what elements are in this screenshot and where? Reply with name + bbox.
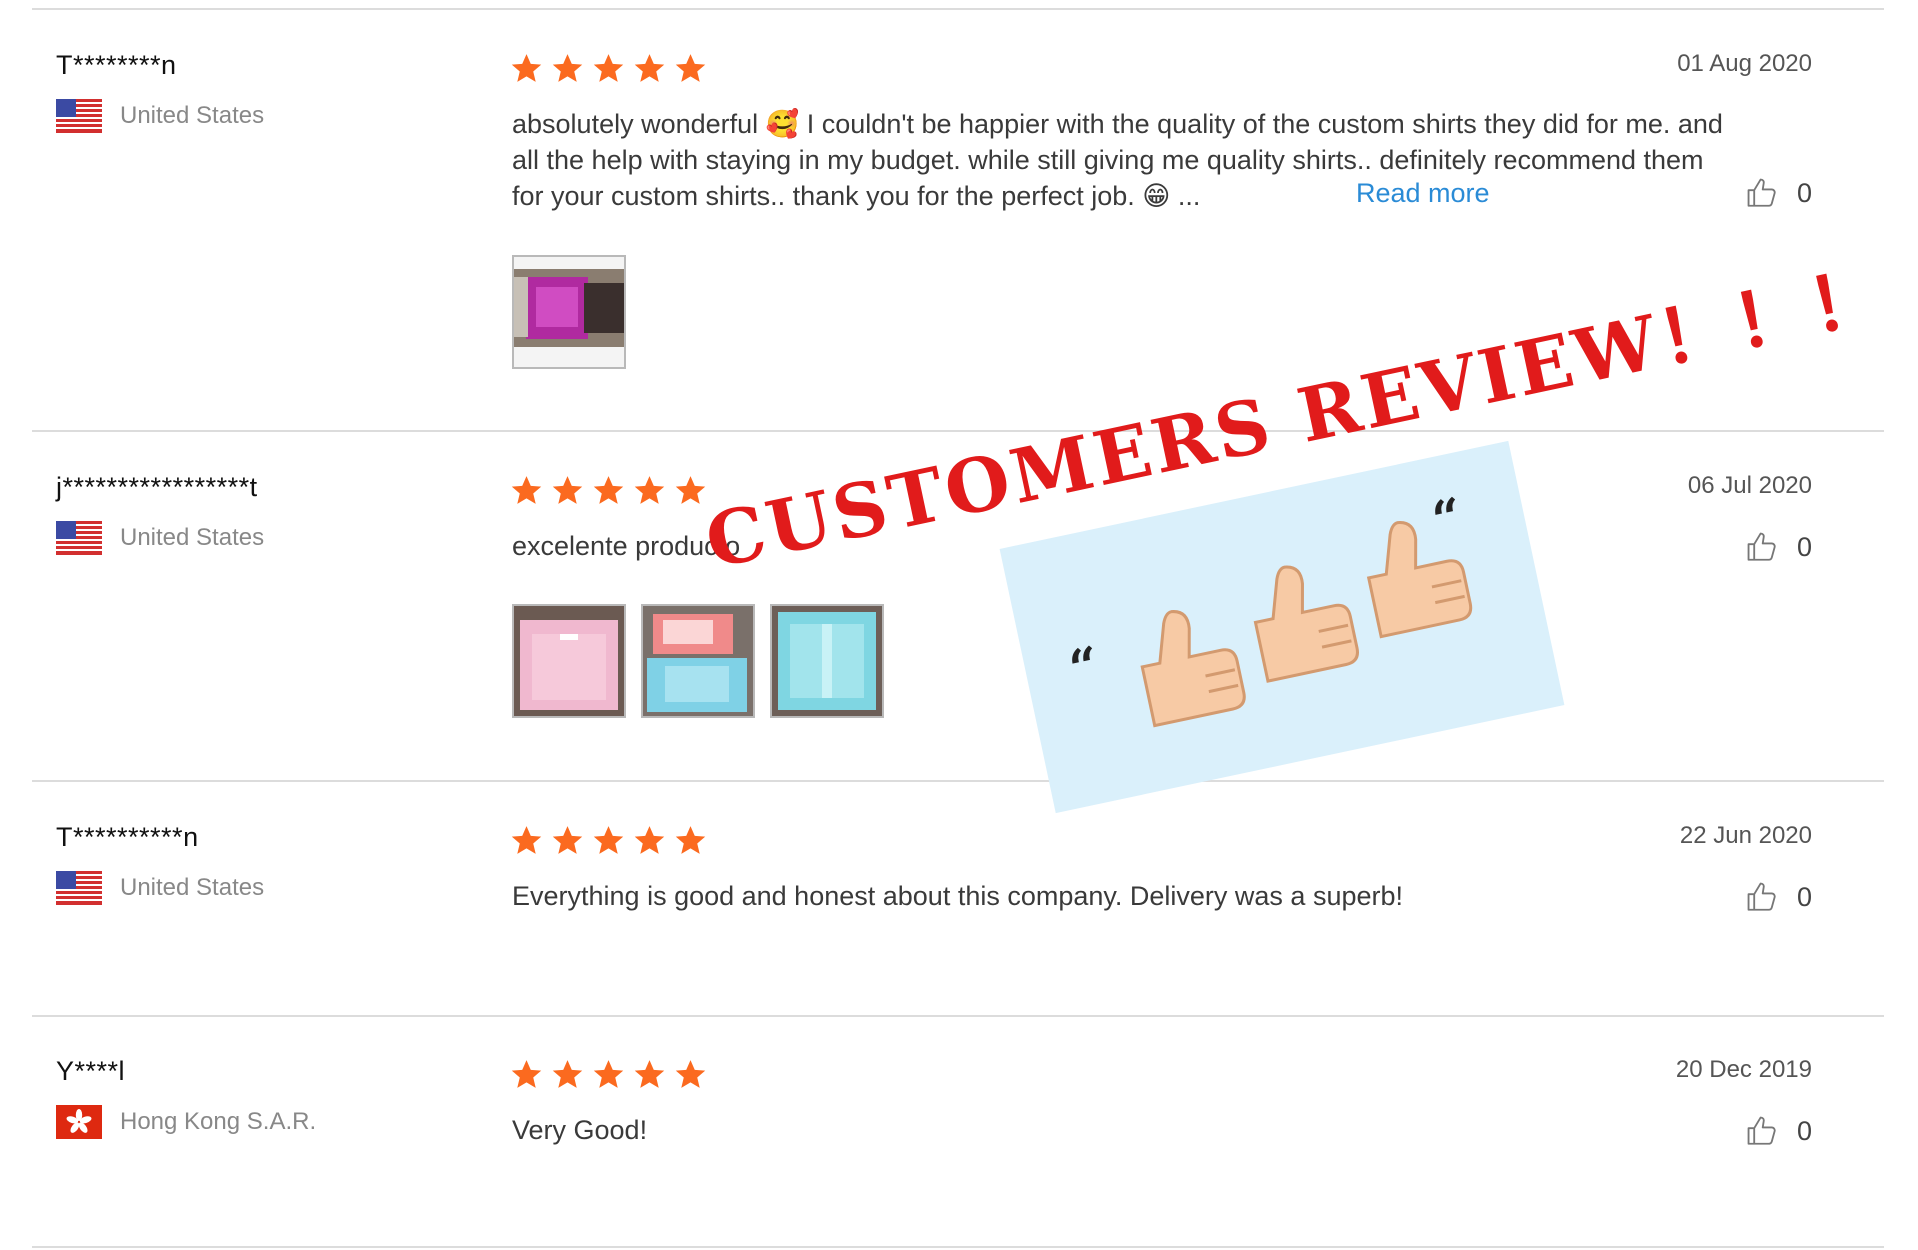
- star-icon: [593, 54, 624, 82]
- us-flag-icon: [56, 521, 102, 555]
- star-icon: [675, 54, 706, 82]
- read-more-link[interactable]: Read more: [1356, 178, 1490, 209]
- review-text: Everything is good and honest about this…: [512, 881, 1403, 911]
- review-divider: [32, 780, 1884, 782]
- us-flag-icon: [56, 871, 102, 905]
- star-icon: [675, 826, 706, 854]
- review-photo[interactable]: [512, 604, 626, 718]
- like-button[interactable]: 0: [1745, 880, 1812, 914]
- hong-kong-flag-icon: [56, 1105, 102, 1139]
- star-icon: [634, 1060, 665, 1088]
- reviewer-country: Hong Kong S.A.R.: [56, 1104, 316, 1140]
- star-icon: [593, 476, 624, 504]
- star-icon: [552, 826, 583, 854]
- reviewer-name: T**********n: [56, 822, 199, 852]
- review-photo[interactable]: [770, 604, 884, 718]
- review-text-line: all the help with staying in my budget. …: [512, 145, 1704, 175]
- star-icon: [552, 54, 583, 82]
- country-name: United States: [120, 874, 265, 901]
- star-icon: [552, 476, 583, 504]
- country-name: Hong Kong S.A.R.: [120, 1108, 317, 1135]
- star-icon: [552, 1060, 583, 1088]
- like-count: 0: [1796, 1115, 1812, 1146]
- reviewer-name: Y****l: [56, 1056, 126, 1086]
- reviewer-country: United States: [56, 98, 264, 134]
- top-divider: [32, 8, 1884, 10]
- us-flag-icon: [56, 99, 102, 133]
- review-date: 22 Jun 2020: [1679, 822, 1812, 849]
- review-item: T********n United States 01 Aug 2020 abs…: [0, 50, 1918, 370]
- thumbs-up-icon: [1747, 882, 1776, 911]
- like-count: 0: [1796, 177, 1812, 208]
- review-text-line: absolutely wonderful 🥰 I couldn't be hap…: [512, 109, 1723, 139]
- review-date: 06 Jul 2020: [1687, 472, 1812, 499]
- review-photos: [512, 604, 884, 718]
- star-rating: [510, 474, 707, 507]
- thumbs-up-icon: [1747, 532, 1776, 561]
- review-divider: [32, 1015, 1884, 1017]
- like-count: 0: [1796, 881, 1812, 912]
- bottom-divider: [32, 1246, 1884, 1248]
- star-icon: [511, 1060, 542, 1088]
- review-text: absolutely wonderful 🥰 I couldn't be hap…: [512, 106, 1752, 214]
- svg-text:“: “: [1064, 635, 1104, 699]
- star-icon: [634, 54, 665, 82]
- star-icon: [634, 826, 665, 854]
- star-rating: [510, 1058, 707, 1091]
- review-date: 20 Dec 2019: [1675, 1056, 1812, 1083]
- thumbs-up-icon: [1747, 1116, 1776, 1145]
- review-item: T**********n United States 22 Jun 2020 E…: [0, 822, 1918, 1002]
- review-text-line: for your custom shirts.. thank you for t…: [512, 181, 1201, 211]
- review-text: Very Good!: [512, 1115, 648, 1145]
- review-item: j*****************t United States 06 Jul…: [0, 472, 1918, 772]
- thumbs-up-icon: [1140, 610, 1246, 728]
- star-icon: [593, 826, 624, 854]
- review-item: Y****l Hong Kong S.A.R. 20 Dec 2019 Very…: [0, 1056, 1918, 1196]
- star-icon: [675, 476, 706, 504]
- review-photo[interactable]: [641, 604, 755, 718]
- thumbs-up-icon: [1253, 565, 1359, 683]
- star-icon: [675, 1060, 706, 1088]
- star-rating: [510, 52, 707, 85]
- star-icon: [593, 1060, 624, 1088]
- country-name: United States: [120, 102, 265, 129]
- review-photo[interactable]: [512, 255, 626, 369]
- reviewer-name: T********n: [56, 50, 177, 80]
- star-icon: [511, 476, 542, 504]
- thumbs-up-icon: [1747, 178, 1776, 207]
- star-icon: [634, 476, 665, 504]
- review-date: 01 Aug 2020: [1677, 50, 1812, 77]
- reviewer-name: j*****************t: [56, 472, 258, 502]
- like-count: 0: [1796, 531, 1812, 562]
- reviewer-country: United States: [56, 870, 264, 906]
- country-name: United States: [120, 524, 265, 551]
- svg-text:“: “: [1427, 486, 1467, 550]
- like-button[interactable]: 0: [1745, 176, 1812, 210]
- reviewer-country: United States: [56, 520, 264, 556]
- star-rating: [510, 824, 707, 857]
- like-button[interactable]: 0: [1745, 1114, 1812, 1148]
- review-divider: [32, 430, 1884, 432]
- review-photos: [512, 255, 626, 369]
- star-icon: [511, 826, 542, 854]
- star-icon: [511, 54, 542, 82]
- like-button[interactable]: 0: [1745, 530, 1812, 564]
